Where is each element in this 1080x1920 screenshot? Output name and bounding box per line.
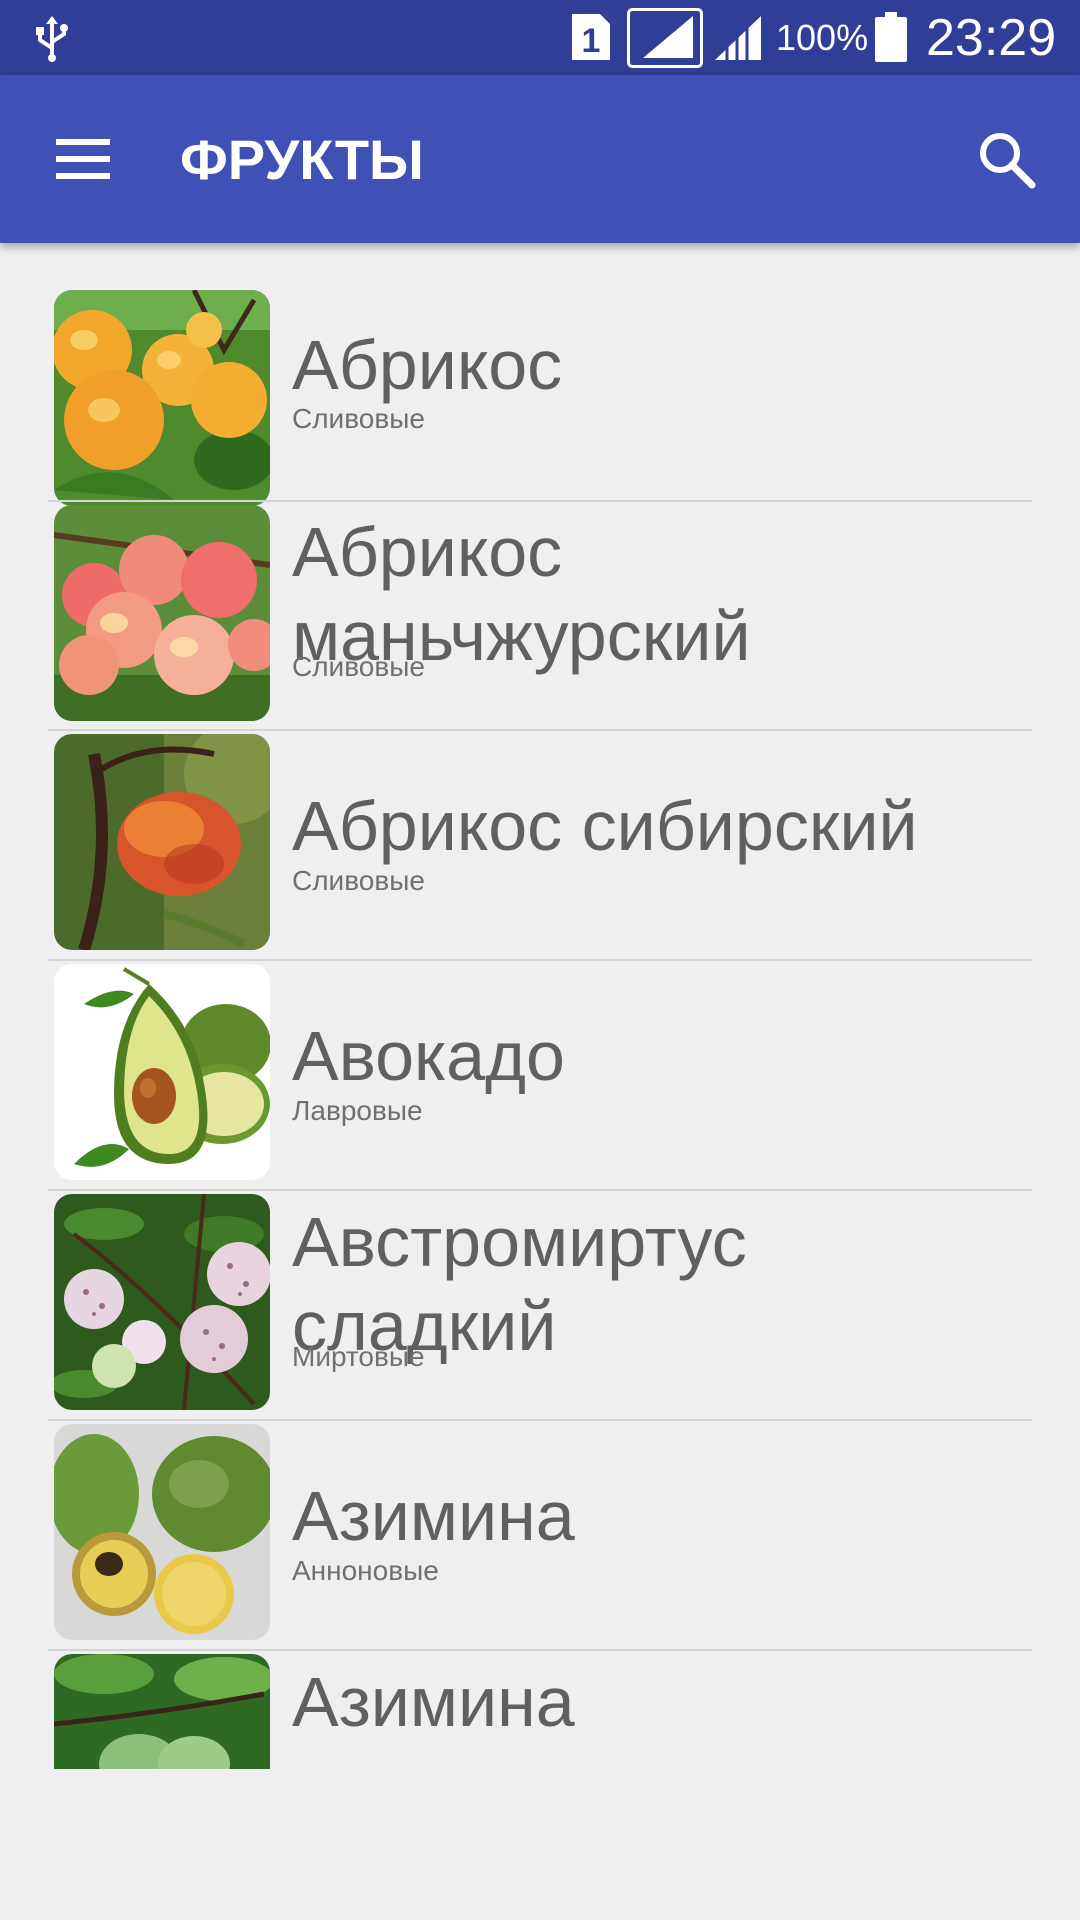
fruit-family: Миртовые [292, 1341, 425, 1372]
divider [48, 729, 1032, 731]
page-title: ФРУКТЫ [180, 128, 424, 191]
fruit-name: Авокадо [292, 1017, 565, 1095]
list-item[interactable]: Азимина Аннонoвые [48, 1424, 1032, 1652]
fruit-family: Лавровые [292, 1095, 423, 1126]
fruit-thumbnail [54, 734, 270, 950]
fruit-family: Сливовые [292, 651, 425, 682]
divider [48, 500, 1032, 502]
fruit-family: Сливовые [292, 403, 425, 434]
battery-icon [875, 12, 907, 62]
clock: 23:29 [926, 9, 1057, 67]
app-bar: ФРУКТЫ [0, 75, 1080, 243]
list-item[interactable]: Абрикос сибирский Сливовые [48, 734, 1032, 962]
fruit-list[interactable]: Абрикос Сливовые Абрикос маньчжурский Сл… [0, 243, 1080, 1769]
fruit-thumbnail [54, 1194, 270, 1410]
fruit-thumbnail [54, 1654, 270, 1769]
list-item[interactable]: Абрикос маньчжурский Сливовые [48, 504, 1032, 732]
fruit-thumbnail [54, 1424, 270, 1640]
fruit-family: Аннонoвые [292, 1555, 439, 1586]
list-item[interactable]: Австромиртус сладкий Миртовые [48, 1194, 1032, 1422]
svg-text:1: 1 [582, 22, 601, 60]
fruit-thumbnail [54, 505, 270, 721]
search-icon[interactable] [976, 129, 1036, 189]
divider [48, 1649, 1032, 1651]
list-item[interactable]: Абрикос Сливовые [48, 290, 1032, 506]
list-item[interactable]: Авокадо Лавровые [48, 964, 1032, 1192]
fruit-name: Абрикос сибирский [292, 787, 918, 865]
fruit-thumbnail [54, 290, 270, 506]
usb-icon [36, 16, 68, 62]
sim-icon: 1 [572, 14, 610, 60]
hamburger-menu-icon[interactable] [52, 133, 114, 185]
fruit-name: Азимина [292, 1663, 575, 1741]
divider [48, 1419, 1032, 1421]
signal-icon [627, 8, 703, 68]
signal-icon [715, 16, 761, 60]
divider [48, 959, 1032, 961]
status-bar: 1 100% 23:29 [0, 0, 1080, 75]
divider [48, 1189, 1032, 1191]
fruit-name: Азимина [292, 1477, 575, 1555]
battery-percent: 100% [776, 17, 869, 58]
list-item[interactable]: Азимина [48, 1654, 1032, 1769]
fruit-family: Сливовые [292, 865, 425, 896]
fruit-name: Абрикос [292, 326, 563, 404]
fruit-thumbnail [54, 964, 270, 1180]
